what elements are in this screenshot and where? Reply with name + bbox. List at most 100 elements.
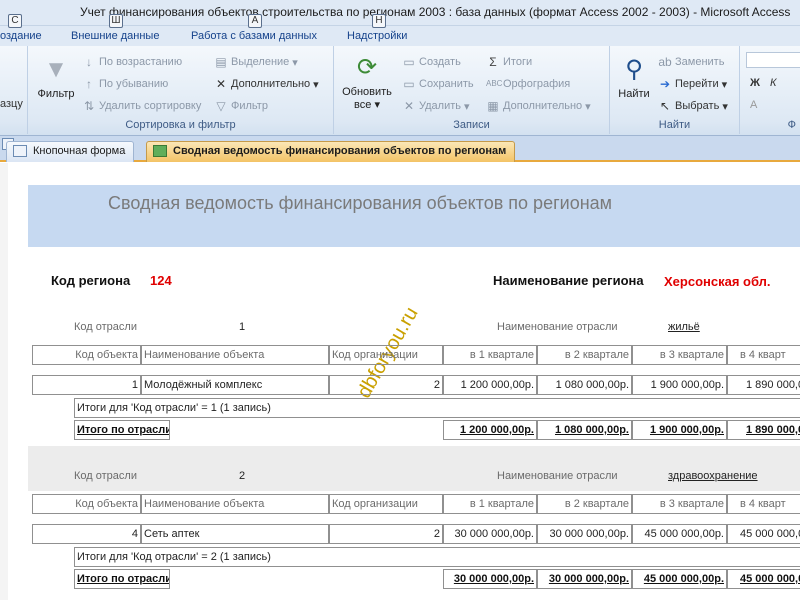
window-title: Учет финансирования объектов строительст… [80,5,791,19]
sort-ascending-icon: ↓ [86,55,92,69]
more-records-label: Дополнительно [503,100,583,112]
group-find: ⚲ Найти ab Заменить ➔ Перейти ▾ ↖ Выбрат… [610,46,740,134]
total-cell: 1 200 000,00р. [443,420,537,440]
refresh-icon: ⟳ [356,54,378,81]
total-cell: 1 080 000,00р. [537,420,632,440]
remove-sort-icon: ⇅ [83,99,95,113]
column-header: в 1 квартале [443,345,537,365]
filter-button[interactable]: ▼ Фильтр [34,54,78,100]
total-cell: 1 900 000,00р. [632,420,727,440]
sort-ascending-label: По возрастанию [99,56,183,68]
advanced-filter-button[interactable]: ✕ Дополнительно ▾ [214,77,319,91]
selection-label: Выделение [231,56,290,68]
tab-external-data[interactable]: Ш Внешние данные [71,14,159,42]
doc-tab-switchboard-label: Кнопочная форма [33,145,126,157]
region-name-value: Херсонская обл. [664,274,771,289]
document-tabs: Кнопочная форма Сводная ведомость финанс… [0,136,800,162]
save-record-label: Сохранить [419,78,474,90]
tab-addins[interactable]: Н Надстройки [347,14,408,42]
paste-button-label[interactable]: азцу [0,98,23,110]
spelling-label: Орфография [503,78,571,90]
table-cell: Сеть аптек [141,524,329,544]
delete-record-button[interactable]: ✕ Удалить ▾ [402,99,470,113]
tab-addins-label: Надстройки [347,30,408,42]
industry-header-band [28,446,800,491]
sort-descending-button[interactable]: ↑ По убыванию [82,77,168,91]
region-code-label: Код региона [51,273,131,288]
table-cell: 4 [32,524,141,544]
filter-button-label: Фильтр [37,88,75,100]
selection-button[interactable]: ▤ Выделение ▾ [214,55,298,69]
sigma-icon: Σ [489,55,497,69]
table-cell: 2 [329,524,443,544]
tab-create[interactable]: С оздание [0,14,42,42]
save-record-button[interactable]: ▭ Сохранить [402,77,474,91]
industry-code-value: 1 [239,321,246,333]
column-header: Код объекта [32,494,141,514]
table-cell: Молодёжный комплекс [141,375,329,395]
table-cell: 45 000 000,00р. [632,524,727,544]
more-records-button[interactable]: ▦ Дополнительно ▾ [486,99,591,113]
column-header: в 3 квартале [632,345,727,365]
spelling-button[interactable]: ABC Орфография [486,77,570,91]
doc-tab-report[interactable]: Сводная ведомость финансирования объекто… [146,141,516,162]
sort-descending-label: По убыванию [99,78,169,90]
sort-descending-icon: ↑ [86,77,92,91]
chevron-down-icon: ▾ [313,78,319,91]
group-text-format-label: Ф [787,119,796,131]
total-cell: 30 000 000,00р. [537,569,632,589]
find-button[interactable]: ⚲ Найти [614,54,654,100]
goto-label: Перейти [675,78,719,90]
column-header: в 3 квартале [632,494,727,514]
region-code-value: 124 [150,273,172,288]
new-record-button[interactable]: ▭ Создать [402,55,460,69]
sort-ascending-button[interactable]: ↓ По возрастанию [82,55,182,69]
advanced-filter-icon: ✕ [215,77,227,91]
report-view: Сводная ведомость финансирования объекто… [0,163,800,600]
keytip-addins: Н [372,14,386,28]
font-color-button[interactable]: A [750,99,757,111]
column-header: в 2 квартале [537,494,632,514]
column-header: Наименование объекта [141,494,329,514]
group-find-label: Найти [658,119,691,131]
doc-tab-report-label: Сводная ведомость финансирования объекто… [173,145,507,157]
totals-button[interactable]: Σ Итоги [486,55,532,69]
total-cell: 45 000 000,00р. [632,569,727,589]
tab-database-tools[interactable]: А Работа с базами данных [191,14,317,42]
remove-sort-button[interactable]: ⇅ Удалить сортировку [82,99,201,113]
font-name-box[interactable] [746,52,800,68]
industry-code-value: 2 [239,470,246,482]
group-records: ⟳ Обновить все ▾ ▭ Создать ▭ Сохранить ✕… [334,46,610,134]
table-cell: 1 890 000,0 [727,375,800,395]
new-record-icon: ▭ [403,55,415,69]
totals-label: Итоги [503,56,533,68]
industry-code-label: Код отрасли [74,470,137,482]
save-icon: ▭ [403,77,415,91]
industry-code-label: Код отрасли [74,321,137,333]
group-summary: Итоги для 'Код отрасли' = 2 (1 запись) [74,547,800,567]
table-cell: 1 [32,375,141,395]
select-button[interactable]: ↖ Выбрать ▾ [658,99,728,113]
replace-button[interactable]: ab Заменить [658,55,724,69]
goto-button[interactable]: ➔ Перейти ▾ [658,77,727,91]
report-title: Сводная ведомость финансирования объекто… [108,193,613,213]
bold-button[interactable]: Ж [750,77,760,89]
keytip-create: С [8,14,22,28]
toggle-filter-label: Фильтр [231,100,268,112]
tab-database-tools-label: Работа с базами данных [191,30,317,42]
table-cell: 1 200 000,00р. [443,375,537,395]
group-summary: Итоги для 'Код отрасли' = 1 (1 запись) [74,398,800,418]
chevron-down-icon: ▾ [585,100,591,113]
replace-label: Заменить [675,56,725,68]
chevron-down-icon: ▾ [464,100,470,113]
total-cell: 30 000 000,00р. [443,569,537,589]
grid-icon: ▦ [487,99,499,113]
toggle-filter-button[interactable]: ▽ Фильтр [214,99,268,113]
total-label: Итого по отрасли: [74,569,170,589]
refresh-all-button[interactable]: ⟳ Обновить все ▾ [340,52,394,111]
column-header: Наименование объекта [141,345,329,365]
chevron-down-icon: ▾ [722,100,728,113]
group-text-format: Ж К A Ф [740,46,800,134]
italic-button[interactable]: К [770,77,776,89]
doc-tab-switchboard[interactable]: Кнопочная форма [6,141,135,162]
